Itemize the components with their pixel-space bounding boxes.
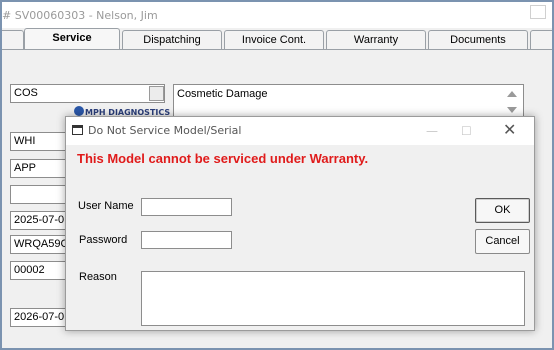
tab-dispatching[interactable]: Dispatching <box>122 30 222 50</box>
reason-label: Reason <box>79 271 117 283</box>
ok-button[interactable]: OK <box>475 198 530 223</box>
end-date-field[interactable]: 2026-07-0 <box>10 308 70 327</box>
cosmetic-damage-text: Cosmetic Damage <box>177 88 268 100</box>
tab-service[interactable]: Service <box>24 28 120 50</box>
logo-mark-icon <box>74 106 84 116</box>
maximize-icon[interactable]: ☐ <box>461 124 472 138</box>
tab-divider <box>2 49 552 50</box>
reason-textarea[interactable] <box>141 271 525 326</box>
tab-next[interactable] <box>530 30 552 50</box>
tab-strip: Service Dispatching Invoice Cont. Warran… <box>2 28 552 50</box>
username-input[interactable] <box>141 198 232 216</box>
window-icon <box>72 125 83 135</box>
password-label: Password <box>79 234 128 246</box>
cos-field[interactable]: COS <box>10 84 165 103</box>
password-input[interactable] <box>141 231 232 249</box>
do-not-service-dialog: Do Not Service Model/Serial — ☐ ✕ This M… <box>65 116 535 331</box>
tab-previous[interactable] <box>2 30 24 50</box>
scroll-up-icon[interactable] <box>507 91 517 97</box>
app-field[interactable]: APP <box>10 159 70 178</box>
window-restore-button[interactable] <box>530 5 546 19</box>
blank-field[interactable] <box>10 185 70 204</box>
whi-field[interactable]: WHI <box>10 132 70 151</box>
main-window: # SV00060303 - Nelson, Jim Service Dispa… <box>0 0 554 350</box>
tab-documents[interactable]: Documents <box>428 30 528 50</box>
minimize-icon[interactable]: — <box>426 124 438 138</box>
window-titlebar: # SV00060303 - Nelson, Jim <box>2 2 552 28</box>
cosmetic-damage-memo[interactable]: Cosmetic Damage <box>173 84 524 118</box>
sequence-field[interactable]: 00002 <box>10 261 70 280</box>
username-label: User Name <box>78 200 134 212</box>
scroll-down-icon[interactable] <box>507 107 517 113</box>
tab-invoice-cont[interactable]: Invoice Cont. <box>224 30 324 50</box>
wrqa-field[interactable]: WRQA59C <box>10 235 70 254</box>
dialog-titlebar: Do Not Service Model/Serial — ☐ ✕ <box>66 117 534 145</box>
start-date-field[interactable]: 2025-07-0 <box>10 211 70 230</box>
close-icon[interactable]: ✕ <box>503 120 516 139</box>
cos-lookup-button[interactable] <box>149 86 164 101</box>
tab-warranty[interactable]: Warranty <box>326 30 426 50</box>
cancel-button[interactable]: Cancel <box>475 229 530 254</box>
dialog-title: Do Not Service Model/Serial <box>88 124 242 137</box>
window-title: # SV00060303 - Nelson, Jim <box>2 9 158 22</box>
warning-message: This Model cannot be serviced under Warr… <box>77 151 369 166</box>
